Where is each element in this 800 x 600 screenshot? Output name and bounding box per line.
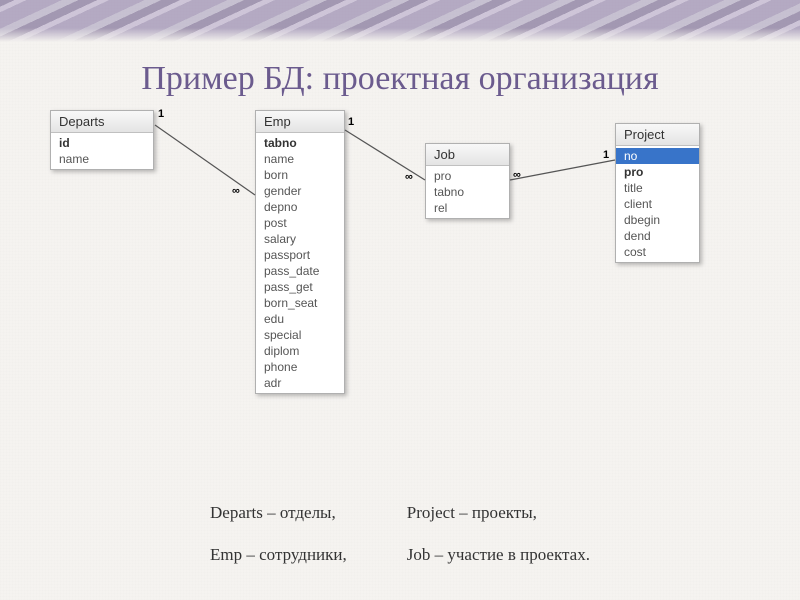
- table-field: client: [616, 196, 699, 212]
- table-field: passport: [256, 247, 344, 263]
- table-field: pro: [426, 168, 509, 184]
- table-field: dend: [616, 228, 699, 244]
- table-field: post: [256, 215, 344, 231]
- table-field: salary: [256, 231, 344, 247]
- table-field: phone: [256, 359, 344, 375]
- table-departs: Departs id name: [50, 110, 154, 170]
- table-field: cost: [616, 244, 699, 260]
- table-field: pro: [616, 164, 699, 180]
- cardinality-label: ∞: [405, 171, 413, 183]
- table-emp: Emp tabno name born gender depno post sa…: [255, 110, 345, 394]
- cardinality-label: 1: [348, 116, 354, 128]
- table-field: depno: [256, 199, 344, 215]
- table-header: Emp: [256, 111, 344, 133]
- cardinality-label: ∞: [513, 169, 521, 181]
- table-header: Departs: [51, 111, 153, 133]
- legend-job: Job – участие в проектах.: [407, 545, 590, 565]
- table-field: special: [256, 327, 344, 343]
- slide-title: Пример БД: проектная организация: [0, 60, 800, 98]
- table-field: born: [256, 167, 344, 183]
- table-project: Project no pro title client dbegin dend …: [615, 123, 700, 263]
- cardinality-label: ∞: [232, 185, 240, 197]
- table-field: name: [51, 151, 153, 167]
- table-field: diplom: [256, 343, 344, 359]
- legend-project: Project – проекты,: [407, 503, 590, 523]
- cardinality-label: 1: [603, 149, 609, 161]
- table-field-selected: no: [616, 148, 699, 164]
- table-field: tabno: [256, 135, 344, 151]
- cardinality-label: 1: [158, 108, 164, 120]
- table-field: rel: [426, 200, 509, 216]
- er-diagram: 1 ∞ 1 ∞ ∞ 1 Departs id name Emp tabno na…: [50, 110, 770, 450]
- legend-departs: Departs – отделы,: [210, 503, 347, 523]
- table-field: gender: [256, 183, 344, 199]
- table-field: tabno: [426, 184, 509, 200]
- table-field: dbegin: [616, 212, 699, 228]
- table-job: Job pro tabno rel: [425, 143, 510, 219]
- table-header: Job: [426, 144, 509, 166]
- decorative-top-border: [0, 0, 800, 42]
- legend-emp: Emp – сотрудники,: [210, 545, 347, 565]
- table-field: edu: [256, 311, 344, 327]
- table-field: adr: [256, 375, 344, 391]
- table-field: pass_get: [256, 279, 344, 295]
- table-field: name: [256, 151, 344, 167]
- legend: Departs – отделы, Emp – сотрудники, Proj…: [0, 503, 800, 565]
- table-field: title: [616, 180, 699, 196]
- table-field: pass_date: [256, 263, 344, 279]
- table-field: id: [51, 135, 153, 151]
- table-header: Project: [616, 124, 699, 146]
- table-field: born_seat: [256, 295, 344, 311]
